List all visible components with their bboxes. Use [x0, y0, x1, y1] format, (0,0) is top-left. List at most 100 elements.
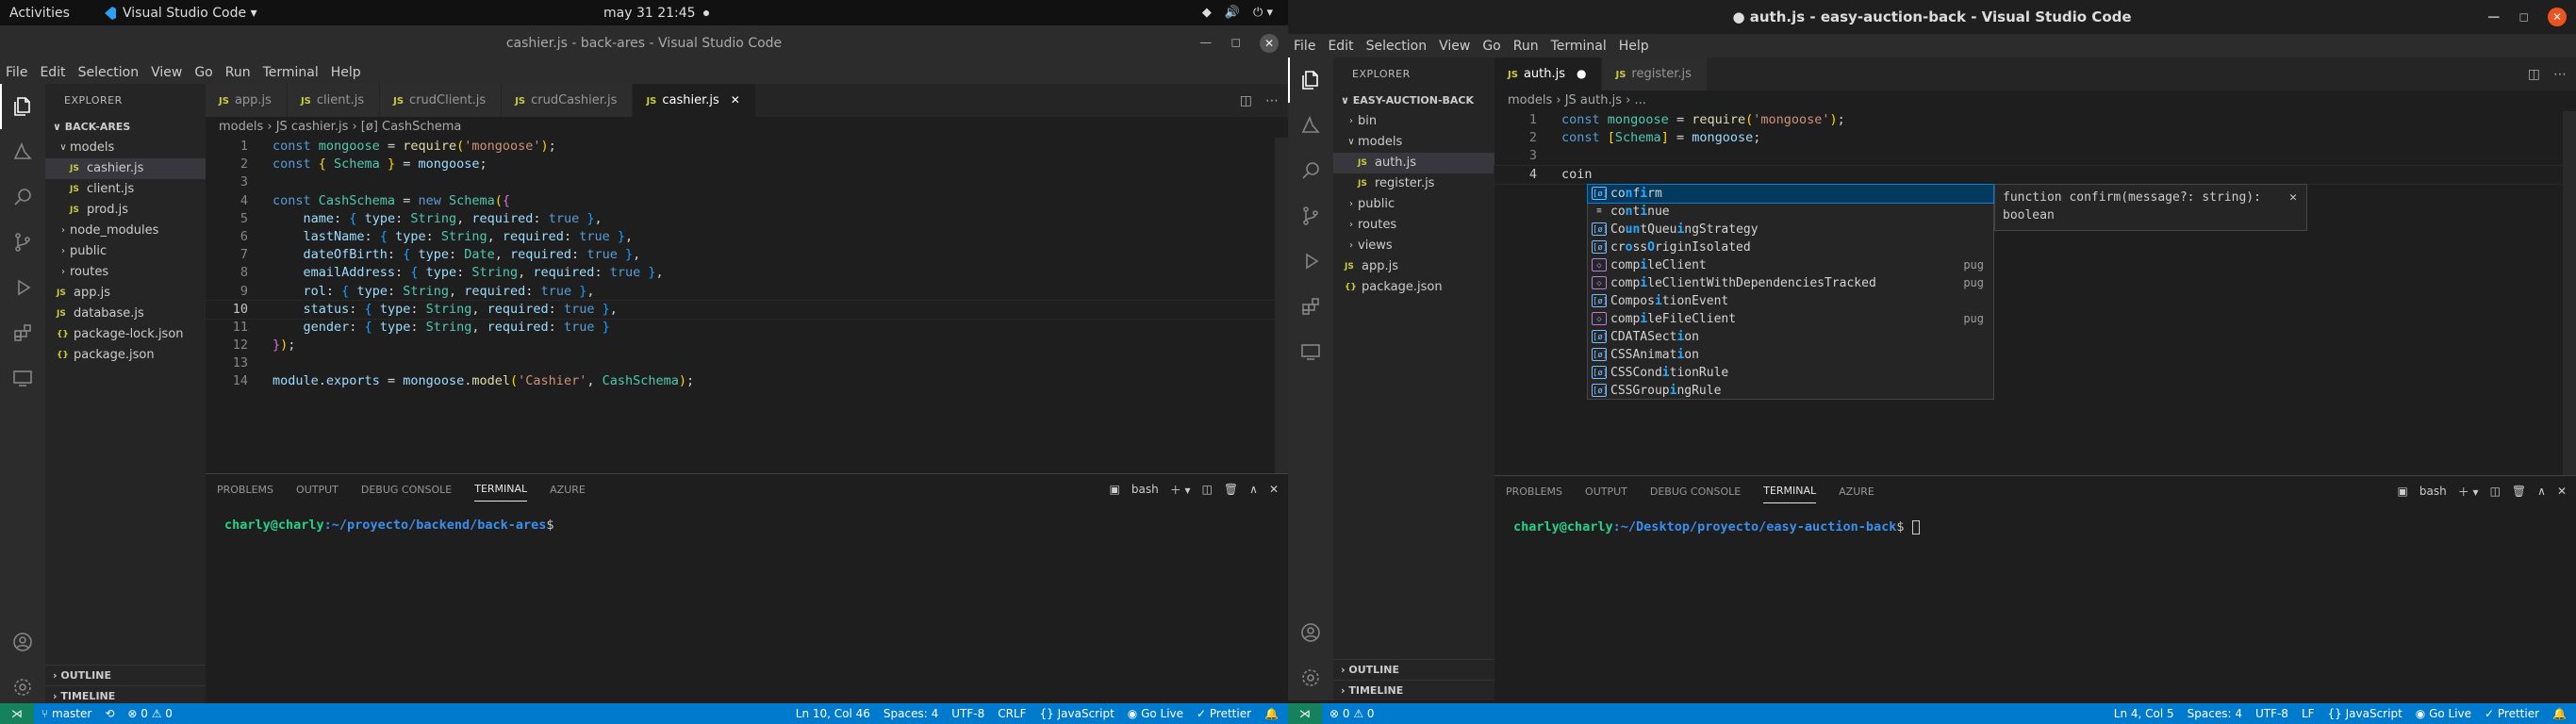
- status-item[interactable]: {} JavaScript: [2328, 707, 2403, 720]
- trash-icon[interactable]: 🗑: [2512, 485, 2526, 498]
- close-details-icon[interactable]: ✕: [2289, 189, 2297, 206]
- menu-terminal[interactable]: Terminal: [1551, 39, 1607, 54]
- tree-item[interactable]: ∨ models: [1333, 132, 1494, 153]
- extensions-icon[interactable]: [1288, 284, 1333, 329]
- tree-item[interactable]: › bin: [1333, 111, 1494, 132]
- panel-tab-debug-console[interactable]: DEBUG CONSOLE: [361, 478, 452, 502]
- new-terminal-icon[interactable]: ＋ ▾: [2458, 484, 2479, 500]
- more-actions-icon[interactable]: ⋯: [2553, 67, 2567, 82]
- explorer-activity-icon[interactable]: [1288, 58, 1333, 103]
- suggestion-item[interactable]: ◇ co mp i leClient pug: [1588, 256, 1993, 274]
- terminal-output[interactable]: charly@charly:~/proyecto/backend/back-ar…: [206, 504, 1288, 533]
- status-item[interactable]: 🔔: [2552, 707, 2567, 720]
- status-item[interactable]: UTF-8: [2255, 707, 2288, 720]
- remote-indicator-icon[interactable]: ⋊: [1288, 703, 1322, 724]
- tree-item[interactable]: JS app.js: [1333, 256, 1494, 277]
- code-editor[interactable]: 1 const mongoose = require('mongoose'); 2 c…: [205, 138, 1288, 449]
- search-activity-icon[interactable]: [1288, 148, 1333, 193]
- tree-item[interactable]: {} package-lock.json: [45, 324, 206, 345]
- problems-count[interactable]: ⊗ 0 ⚠ 0: [127, 707, 173, 720]
- split-editor-icon[interactable]: ◫: [2528, 67, 2540, 82]
- suggestion-item[interactable]: [ø] cr o ss OriginIsolated: [1588, 239, 1993, 256]
- menu-file[interactable]: File: [6, 65, 27, 80]
- azure-activity-icon[interactable]: [0, 129, 45, 174]
- tab-app-js[interactable]: JS app.js: [206, 84, 288, 117]
- editor-scrollbar[interactable]: [1275, 138, 1288, 473]
- explorer-activity-icon[interactable]: [0, 84, 45, 129]
- tree-item[interactable]: JS client.js: [45, 179, 206, 200]
- breadcrumb[interactable]: models › JS auth.js › ...: [1494, 90, 1646, 111]
- run-debug-icon[interactable]: [0, 265, 45, 310]
- problems-count[interactable]: ⊗ 0 ⚠ 0: [1329, 707, 1375, 720]
- source-control-icon[interactable]: [1288, 193, 1333, 239]
- menu-help[interactable]: Help: [1619, 39, 1649, 54]
- status-item[interactable]: {} JavaScript: [1040, 707, 1115, 720]
- maximize-panel-icon[interactable]: ∧: [1249, 483, 1258, 496]
- menu-go[interactable]: Go: [194, 65, 212, 80]
- more-actions-icon[interactable]: ⋯: [1265, 93, 1279, 108]
- status-item[interactable]: CRLF: [998, 707, 1026, 720]
- shell-name[interactable]: bash: [1131, 483, 1159, 496]
- menu-run[interactable]: Run: [1513, 39, 1539, 54]
- status-item[interactable]: LF: [2302, 707, 2315, 720]
- suggestion-item[interactable]: [ø] C DATASect i on: [1588, 328, 1993, 346]
- tree-item[interactable]: JS app.js: [45, 283, 206, 304]
- tree-item[interactable]: ∨ models: [45, 138, 206, 158]
- panel-tab-azure[interactable]: AZURE: [550, 478, 586, 502]
- menu-view[interactable]: View: [151, 65, 182, 80]
- panel-tab-output[interactable]: OUTPUT: [296, 478, 339, 502]
- remote-explorer-icon[interactable]: [1288, 329, 1333, 374]
- suggestion-item[interactable]: [ø] C SSAnimat i on: [1588, 346, 1993, 364]
- status-item[interactable]: ◉ Go Live: [2416, 707, 2471, 720]
- panel-tab-problems[interactable]: PROBLEMS: [1506, 480, 1562, 503]
- status-item[interactable]: Ln 10, Col 46: [796, 707, 870, 720]
- account-icon[interactable]: [0, 619, 45, 665]
- maximize-button[interactable]: ◻: [1230, 36, 1241, 50]
- maximize-panel-icon[interactable]: ∧: [2537, 485, 2546, 498]
- search-activity-icon[interactable]: [0, 174, 45, 220]
- status-item[interactable]: ✓ Prettier: [1197, 707, 1251, 720]
- suggestion-item[interactable]: [ø] C SSCond i tionRule: [1588, 364, 1993, 382]
- close-window-button[interactable]: ✕: [1260, 33, 1279, 53]
- tree-item[interactable]: JS cashier.js: [45, 158, 206, 179]
- tree-item[interactable]: JS auth.js: [1333, 153, 1494, 173]
- timeline-section[interactable]: › TIMELINE: [1333, 680, 1494, 700]
- unsaved-dot-icon[interactable]: ●: [1577, 67, 1586, 80]
- menu-view[interactable]: View: [1439, 39, 1470, 54]
- app-menu[interactable]: Visual Studio Code ▾: [102, 6, 257, 21]
- extensions-icon[interactable]: [0, 310, 45, 355]
- suggestion-item[interactable]: [ø] Co un tQueu i ngStrategy: [1588, 221, 1993, 239]
- tree-item[interactable]: › node_modules: [45, 221, 206, 241]
- split-terminal-icon[interactable]: ◫: [1202, 483, 1213, 496]
- outline-section[interactable]: › OUTLINE: [45, 665, 206, 685]
- menu-edit[interactable]: Edit: [1328, 39, 1353, 54]
- menu-edit[interactable]: Edit: [40, 65, 65, 80]
- panel-tab-azure[interactable]: AZURE: [1839, 480, 1874, 503]
- suggestion-item[interactable]: [ø] co n f i rm: [1587, 184, 1994, 204]
- terminal-output[interactable]: charly@charly:~/Desktop/proyecto/easy-au…: [1494, 506, 2576, 535]
- status-item[interactable]: Spaces: 4: [2188, 707, 2242, 720]
- new-terminal-icon[interactable]: ＋ ▾: [1170, 482, 1191, 498]
- status-item[interactable]: ◉ Go Live: [1128, 707, 1183, 720]
- split-editor-icon[interactable]: ◫: [1240, 93, 1252, 108]
- editor-scrollbar[interactable]: [2563, 111, 2576, 475]
- status-item[interactable]: UTF-8: [951, 707, 984, 720]
- tree-item[interactable]: JS prod.js: [45, 200, 206, 221]
- status-item[interactable]: Spaces: 4: [883, 707, 938, 720]
- panel-tab-debug-console[interactable]: DEBUG CONSOLE: [1650, 480, 1741, 503]
- sync-icon[interactable]: ⟲: [105, 707, 114, 720]
- workspace-root[interactable]: ∨ EASY-AUCTION-BACK: [1333, 90, 1494, 111]
- minimize-button[interactable]: —: [2487, 10, 2500, 25]
- tree-item[interactable]: › routes: [45, 262, 206, 283]
- panel-tab-problems[interactable]: PROBLEMS: [217, 478, 273, 502]
- tab-crudclient-js[interactable]: JS crudClient.js: [380, 84, 503, 117]
- suggestion-item[interactable]: [ø] C SSGroup i ngRule: [1588, 382, 1993, 400]
- suggestion-item[interactable]: ◇ co mp i leFileClient pug: [1588, 310, 1993, 328]
- settings-gear-icon[interactable]: [1288, 655, 1333, 700]
- activities-button[interactable]: Activities: [9, 6, 70, 21]
- account-icon[interactable]: [1288, 610, 1333, 655]
- trash-icon[interactable]: 🗑: [1224, 483, 1238, 496]
- tree-item[interactable]: › views: [1333, 236, 1494, 256]
- panel-tab-terminal[interactable]: TERMINAL: [474, 477, 528, 502]
- branch-indicator[interactable]: ⑂ master: [41, 707, 91, 720]
